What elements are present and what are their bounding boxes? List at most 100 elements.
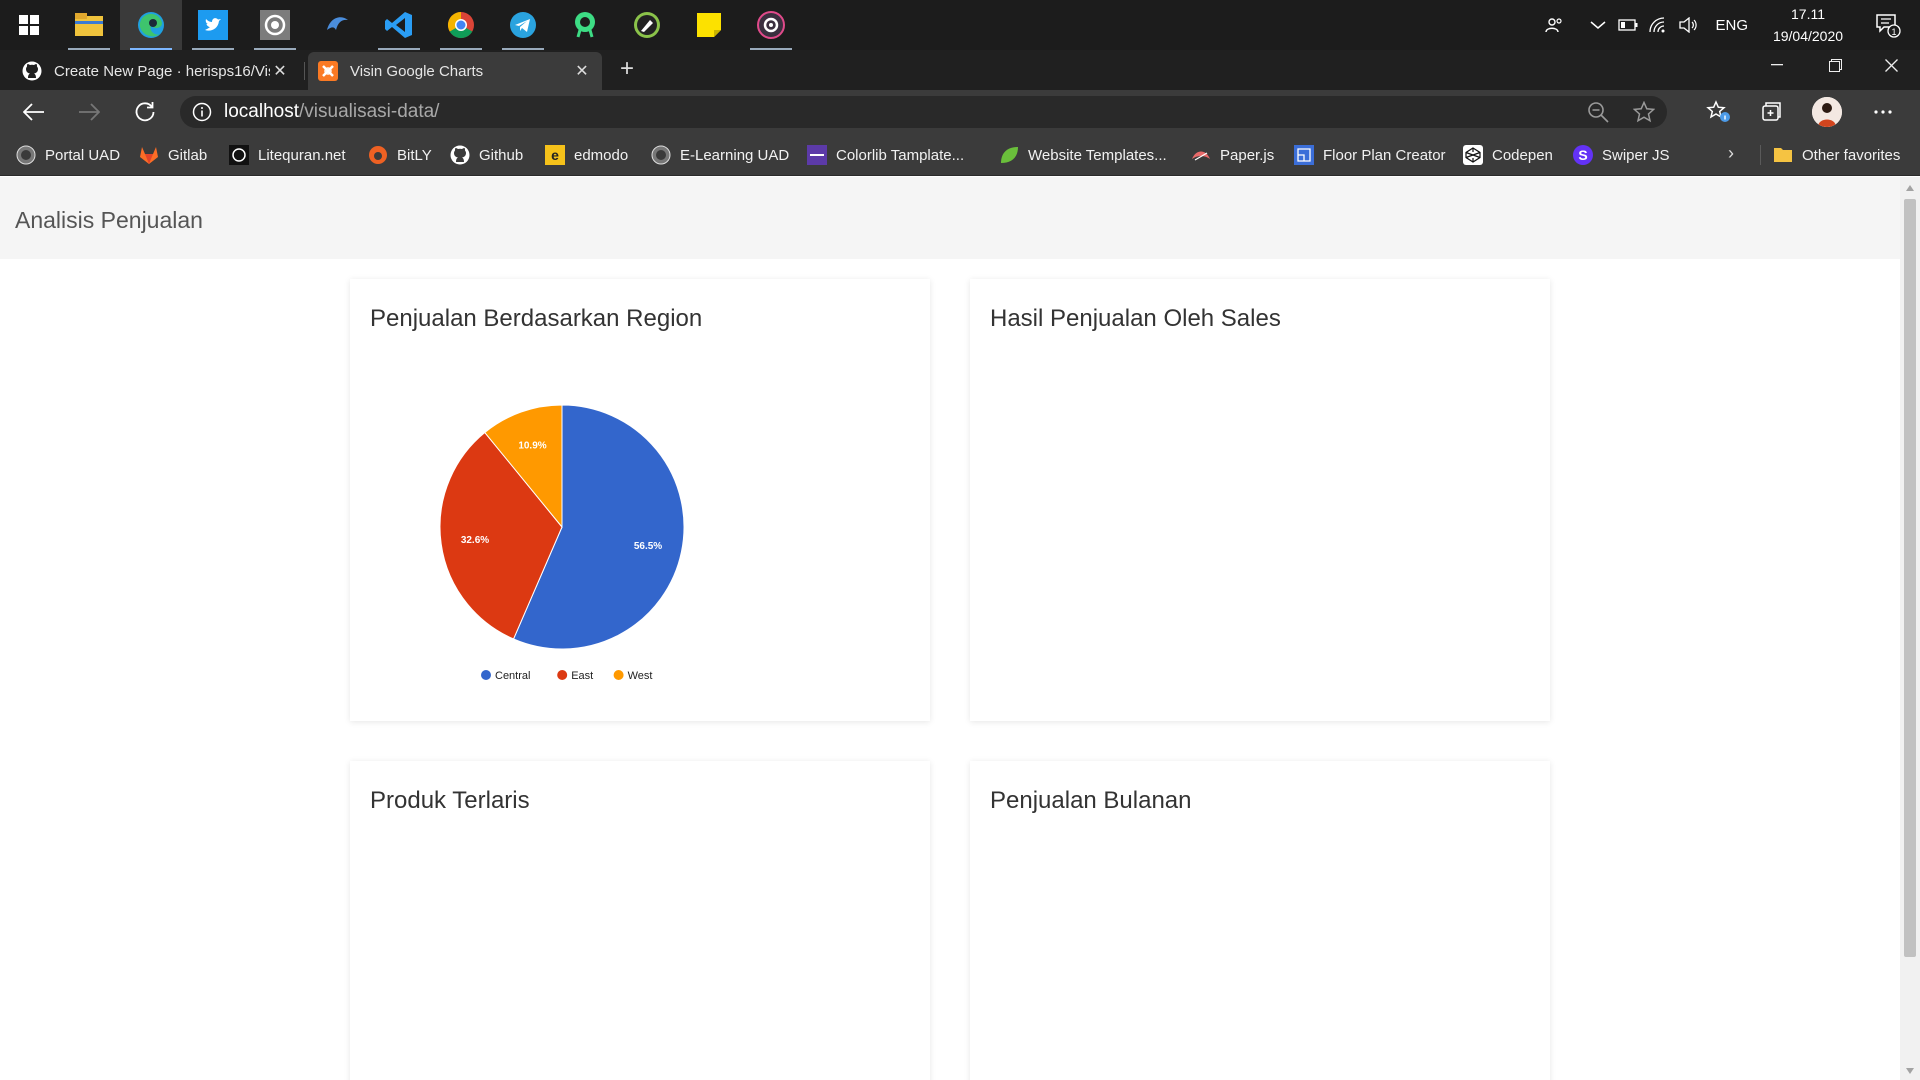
- refresh-button[interactable]: [129, 96, 161, 128]
- folder-icon: [75, 13, 103, 36]
- battery-button[interactable]: [1613, 0, 1643, 50]
- forward-button[interactable]: [73, 96, 105, 128]
- favorites-divider: [1760, 145, 1761, 165]
- volume-button[interactable]: [1673, 0, 1703, 50]
- site-info-button[interactable]: [180, 102, 224, 122]
- people-button[interactable]: [1539, 0, 1569, 50]
- floor-plan-icon: [1294, 145, 1314, 165]
- user-avatar-icon: [1812, 97, 1842, 127]
- taskbar-edge[interactable]: [120, 0, 182, 50]
- tab-github[interactable]: Create New Page · herisps16/Visin ✕: [12, 52, 300, 90]
- favorite-website-templates[interactable]: Website Templates...: [999, 144, 1167, 166]
- legend-label: Central: [495, 670, 530, 682]
- taskbar-inkscape[interactable]: [616, 0, 678, 50]
- favorite-floor-plan-creator[interactable]: Floor Plan Creator: [1294, 144, 1446, 166]
- favorite-label: Litequran.net: [258, 146, 346, 164]
- favorite-label: Website Templates...: [1028, 146, 1167, 164]
- browser-toolbar: localhost/visualisasi-data/: [0, 90, 1920, 134]
- taskbar-vscode[interactable]: [368, 0, 430, 50]
- pie-data-label: 10.9%: [518, 440, 546, 451]
- minimize-button[interactable]: [1748, 50, 1806, 80]
- clock[interactable]: 17.11 19/04/2020: [1760, 3, 1856, 47]
- taskbar-android-studio[interactable]: [554, 0, 616, 50]
- url-host: localhost: [224, 101, 299, 122]
- taskbar-file-explorer[interactable]: [58, 0, 120, 50]
- favorite-codepen[interactable]: Codepen: [1463, 144, 1553, 166]
- star-icon: [1633, 101, 1655, 123]
- favorite-github[interactable]: Github: [450, 144, 523, 166]
- favorite-colorlib[interactable]: Colorlib Tamplate...: [807, 144, 964, 166]
- record-icon: [757, 11, 785, 39]
- favorite-gitlab[interactable]: Gitlab: [139, 144, 207, 166]
- taskbar-sticky-notes[interactable]: [678, 0, 740, 50]
- show-hidden-icons-button[interactable]: [1583, 0, 1613, 50]
- profile-button[interactable]: [1809, 96, 1845, 128]
- favorite-label: Gitlab: [168, 146, 208, 164]
- legend-label: West: [628, 670, 653, 682]
- taskbar-twitter[interactable]: [182, 0, 244, 50]
- taskbar-mysql-workbench[interactable]: [306, 0, 368, 50]
- card-title: Produk Terlaris: [370, 787, 530, 814]
- legend-item-west[interactable]: West: [613, 670, 653, 682]
- page-scrollbar[interactable]: [1900, 177, 1920, 1080]
- other-favorites-folder[interactable]: Other favorites: [1773, 144, 1900, 166]
- xampp-icon: [318, 61, 338, 81]
- wifi-button[interactable]: [1643, 0, 1673, 50]
- add-favorite-button[interactable]: [1621, 101, 1667, 123]
- favorite-label: Floor Plan Creator: [1323, 146, 1446, 164]
- svg-text:S: S: [1578, 147, 1587, 163]
- info-icon: [192, 102, 212, 122]
- page-title: Analisis Penjualan: [15, 207, 203, 233]
- favorite-bitly[interactable]: BitLY: [368, 144, 432, 166]
- start-button[interactable]: [0, 0, 58, 50]
- collections-button[interactable]: [1753, 96, 1789, 128]
- taskbar-chrome[interactable]: [430, 0, 492, 50]
- legend-item-central[interactable]: Central: [481, 670, 530, 682]
- favorite-paperjs[interactable]: Paper.js: [1191, 144, 1274, 166]
- zoom-button[interactable]: [1575, 101, 1621, 123]
- action-center-button[interactable]: 1: [1856, 0, 1920, 50]
- tab-title: Visin Google Charts: [350, 62, 484, 80]
- legend-label: East: [571, 670, 593, 682]
- favorite-label: Codepen: [1492, 146, 1553, 164]
- back-button[interactable]: [18, 96, 50, 128]
- close-window-button[interactable]: [1862, 50, 1920, 80]
- clock-date: 19/04/2020: [1772, 28, 1844, 44]
- settings-menu-button[interactable]: [1865, 96, 1901, 128]
- people-icon: [1545, 18, 1563, 33]
- scrollbar-thumb[interactable]: [1904, 199, 1916, 957]
- taskbar-whatsapp[interactable]: [244, 0, 306, 50]
- close-tab-icon[interactable]: ✕: [270, 61, 290, 81]
- favorites-button[interactable]: [1701, 96, 1737, 128]
- taskbar-obs[interactable]: [740, 0, 802, 50]
- more-favorites-chevron-icon[interactable]: ›: [1728, 143, 1734, 164]
- close-tab-icon[interactable]: ✕: [572, 61, 592, 81]
- pie-data-label: 32.6%: [461, 535, 489, 546]
- card-monthly-sales: Penjualan Bulanan: [970, 761, 1550, 1080]
- address-bar[interactable]: localhost/visualisasi-data/: [180, 96, 1667, 128]
- favorite-edmodo[interactable]: e edmodo: [545, 144, 628, 166]
- card-region-sales: Penjualan Berdasarkan Region 56.5% 32.6% 1…: [350, 279, 930, 721]
- favorite-elearning-uad[interactable]: E-Learning UAD: [651, 144, 789, 166]
- chrome-icon: [447, 11, 474, 39]
- card-title: Penjualan Bulanan: [990, 787, 1192, 814]
- legend-item-east[interactable]: East: [557, 670, 593, 682]
- legend-swatch: [613, 670, 624, 680]
- scroll-up-arrow-icon[interactable]: [1906, 185, 1914, 191]
- wifi-icon: [1649, 17, 1665, 33]
- tab-visin-google-charts[interactable]: Visin Google Charts ✕: [308, 52, 602, 90]
- sticky-note-icon: [697, 13, 721, 37]
- app-header: Analisis Penjualan: [0, 177, 1900, 259]
- notification-icon: 1: [1876, 14, 1901, 38]
- taskbar-telegram[interactable]: [492, 0, 554, 50]
- scroll-down-arrow-icon[interactable]: [1906, 1068, 1914, 1074]
- favorite-litequran[interactable]: Litequran.net: [229, 144, 346, 166]
- favorite-portal-uad[interactable]: Portal UAD: [16, 144, 120, 166]
- favorite-swiper-js[interactable]: S Swiper JS: [1573, 144, 1670, 166]
- input-language[interactable]: ENG: [1703, 17, 1760, 34]
- favorite-label: Github: [479, 146, 524, 164]
- new-tab-button[interactable]: +: [613, 56, 641, 84]
- leaf-icon: [999, 145, 1019, 165]
- restore-button[interactable]: [1806, 50, 1864, 80]
- dashboard-content: Penjualan Berdasarkan Region 56.5% 32.6% 1…: [0, 259, 1900, 1080]
